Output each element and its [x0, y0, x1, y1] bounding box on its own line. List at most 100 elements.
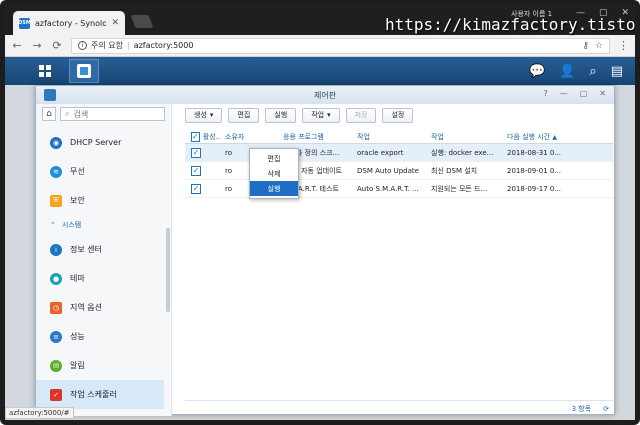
create-button[interactable]: 생성 ▾	[185, 107, 223, 123]
clock-icon: ◷	[50, 301, 62, 314]
row-enabled-checkbox[interactable]: ✓	[191, 147, 201, 158]
maximize-icon[interactable]: ▢	[580, 89, 588, 98]
window-title: 제어판	[313, 90, 337, 100]
sidebar-item-label: 작업 스케줄러	[70, 390, 117, 399]
grid-icon	[39, 65, 51, 77]
sidebar-item-label: 성능	[70, 332, 85, 341]
refresh-icon[interactable]: ⟳	[603, 405, 609, 413]
home-icon[interactable]: ⌂	[42, 107, 56, 121]
browser-frame: DSM azfactory - Synology Di ✕ 사용자 이름 1 —…	[0, 0, 640, 425]
sidebar: ⌂ ⌕ ◉ DHCP Server ≋ 무선	[36, 104, 172, 416]
context-menu-edit[interactable]: 편집	[250, 151, 298, 166]
sidebar-item-theme[interactable]: ● 테마	[36, 264, 164, 293]
browser-tab[interactable]: DSM azfactory - Synology Di ✕	[13, 11, 125, 35]
cell-task: oracle export	[357, 148, 404, 157]
close-icon[interactable]: ✕	[599, 89, 606, 98]
header-task[interactable]: 작업	[353, 132, 427, 142]
user-icon[interactable]: 👤	[559, 64, 575, 79]
sidebar-item-wireless[interactable]: ≋ 무선	[36, 157, 164, 186]
action-button[interactable]: 작업 ▾	[302, 107, 340, 123]
header-enabled[interactable]: ✓ 활성...	[185, 131, 221, 142]
section-label: 시스템	[61, 221, 82, 229]
header-application[interactable]: 응용 프로그램	[279, 132, 353, 142]
chat-icon: ✉	[50, 359, 62, 372]
context-menu-run[interactable]: 실행	[250, 181, 298, 196]
control-panel-window: 제어판 ? — ▢ ✕ ⌂ ⌕ 검색 ◉ DHCP Server ≋ 무선 ⛨ …	[35, 85, 615, 416]
sidebar-section-system[interactable]: ⌃ 시스템	[36, 215, 164, 235]
info-icon[interactable]: i	[78, 41, 87, 50]
cell-next-run: 2018-09-17 0...	[507, 184, 562, 193]
run-button[interactable]: 실행	[265, 107, 297, 123]
select-all-checkbox[interactable]: ✓	[191, 131, 200, 142]
main-panel: 생성 ▾ 편집 실행 작업 ▾ 저장 설정 ✓ 활성... 소유자 응용 프로그램	[173, 104, 615, 416]
sidebar-search[interactable]: ⌕	[60, 107, 165, 121]
wifi-icon: ≋	[50, 165, 62, 178]
window-titlebar[interactable]: 제어판 ? — ▢ ✕	[36, 86, 614, 104]
context-menu: 편집 삭제 실행	[249, 148, 299, 199]
browser-menu-icon[interactable]: ⋮	[618, 39, 629, 52]
save-button[interactable]: 저장	[345, 107, 377, 123]
chevron-down-icon: ▾	[327, 111, 331, 119]
sidebar-item-dhcp-server[interactable]: ◉ DHCP Server	[36, 128, 164, 157]
sidebar-item-notification[interactable]: ✉ 알림	[36, 351, 164, 380]
sidebar-item-label: 테마	[70, 274, 85, 283]
bookmark-star-icon[interactable]: ☆	[595, 41, 603, 51]
sidebar-item-security[interactable]: ⛨ 보안	[36, 186, 164, 215]
cell-task: DSM Auto Update	[357, 166, 419, 175]
widgets-icon[interactable]: ▤	[611, 64, 623, 79]
minimize-icon[interactable]: —	[560, 89, 568, 98]
tab-close-icon[interactable]: ✕	[111, 18, 119, 28]
cell-action: 실행: docker exe...	[431, 148, 494, 157]
edit-button[interactable]: 편집	[228, 107, 260, 123]
main-menu-button[interactable]	[31, 60, 59, 82]
back-icon[interactable]: ←	[11, 39, 23, 52]
security-warning: 주의 요함	[91, 41, 123, 50]
sidebar-item-regional-options[interactable]: ◷ 지역 옵션	[36, 293, 164, 322]
divider: |	[126, 41, 130, 50]
forward-icon[interactable]: →	[31, 39, 43, 52]
help-icon[interactable]: ?	[543, 89, 547, 98]
sidebar-item-performance[interactable]: ≡ 성능	[36, 322, 164, 351]
dsm-taskbar: 💬 👤 ⌕ ▤	[5, 57, 635, 85]
chevron-down-icon: ▾	[209, 111, 214, 119]
status-url: azfactory:5000/#	[5, 407, 74, 419]
sidebar-item-label: 알림	[70, 361, 85, 370]
cell-next-run: 2018-09-01 0...	[507, 166, 562, 175]
performance-icon: ≡	[50, 330, 62, 343]
sidebar-item-label: 무선	[70, 167, 85, 176]
header-action[interactable]: 작업	[427, 132, 503, 142]
header-owner[interactable]: 소유자	[221, 132, 279, 142]
sort-asc-icon: ▲	[552, 133, 557, 141]
browser-toolbar: ← → ⟳ i 주의 요함 | azfactory:5000 ⚷ ☆ ⋮	[5, 35, 635, 57]
new-tab-button[interactable]	[130, 15, 154, 28]
address-bar[interactable]: i 주의 요함 | azfactory:5000 ⚷ ☆	[71, 37, 610, 54]
header-next-run[interactable]: 다음 실행 시간 ▲	[503, 132, 581, 142]
sidebar-search-input[interactable]	[73, 109, 144, 119]
row-enabled-checkbox[interactable]: ✓	[191, 183, 201, 194]
blog-watermark: https://kimazfactory.tistory.com	[385, 15, 636, 34]
sidebar-list: ◉ DHCP Server ≋ 무선 ⛨ 보안 ⌃ 시스템 i 정보 센터 ● …	[36, 128, 164, 409]
cell-task: Auto S.M.A.R.T. ...	[357, 184, 419, 193]
url-text: azfactory:5000	[133, 41, 194, 50]
context-menu-delete[interactable]: 삭제	[250, 166, 298, 181]
key-icon[interactable]: ⚷	[582, 41, 589, 51]
control-panel-taskbar-button[interactable]	[69, 59, 99, 83]
dsm-desktop: 제어판 ? — ▢ ✕ ⌂ ⌕ 검색 ◉ DHCP Server ≋ 무선 ⛨ …	[5, 85, 635, 420]
cell-next-run: 2018-08-31 0...	[507, 148, 562, 157]
settings-button[interactable]: 설정	[382, 107, 414, 123]
row-enabled-checkbox[interactable]: ✓	[191, 165, 201, 176]
cell-action: 지원되는 모든 드...	[431, 184, 488, 193]
palette-icon: ●	[50, 272, 62, 285]
control-panel-icon	[44, 89, 56, 101]
sidebar-scrollbar[interactable]	[166, 228, 170, 312]
table-footer: 3 항목 ⟳	[185, 400, 613, 416]
search-icon[interactable]: ⌕	[589, 64, 596, 79]
sidebar-item-task-scheduler[interactable]: ✓ 작업 스케줄러	[36, 380, 164, 409]
dhcp-icon: ◉	[50, 136, 62, 149]
search-icon: ⌕	[65, 109, 70, 118]
notification-chat-icon[interactable]: 💬	[529, 64, 545, 79]
dsm-favicon-icon: DSM	[18, 17, 31, 29]
calendar-icon: ✓	[50, 388, 62, 401]
reload-icon[interactable]: ⟳	[51, 39, 63, 52]
sidebar-item-info-center[interactable]: i 정보 센터	[36, 235, 164, 264]
